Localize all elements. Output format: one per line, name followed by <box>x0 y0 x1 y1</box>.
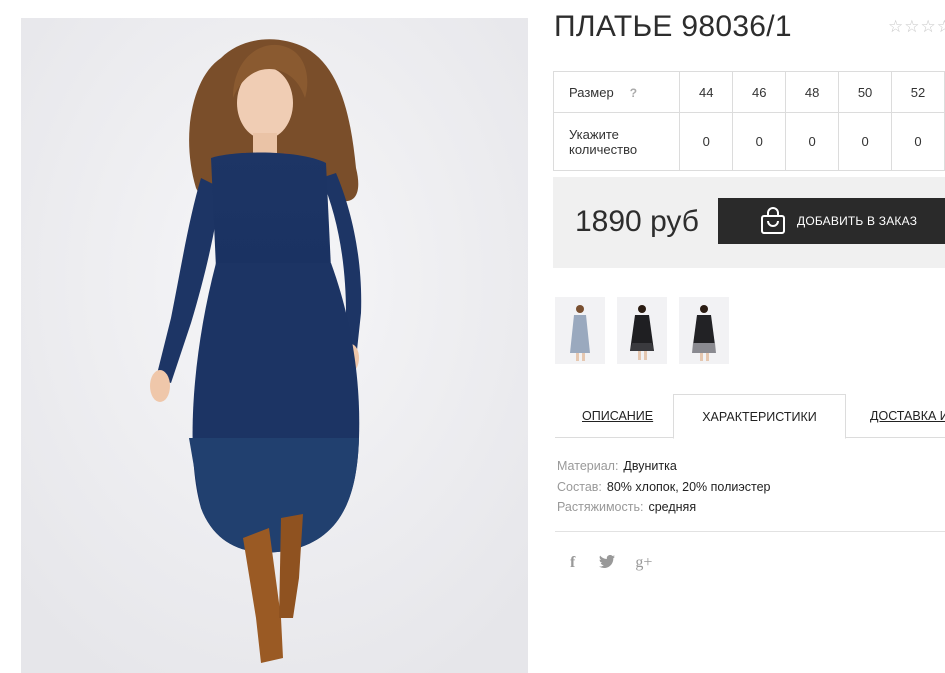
size-quantity-table: Размер? 44 46 48 50 52 Укажите количеств… <box>552 71 945 171</box>
thumbnail-black-dress[interactable] <box>617 297 667 364</box>
price: 1890 руб <box>575 205 699 238</box>
thumbnail-grey-dress[interactable] <box>555 297 605 364</box>
rating-stars[interactable]: ☆☆☆☆ <box>888 17 945 37</box>
spec-key: Материал: <box>557 459 619 473</box>
product-title: ПЛАТЬЕ 98036/1 <box>554 10 792 43</box>
star-icon[interactable]: ☆ <box>904 17 919 36</box>
size-option[interactable]: 46 <box>732 71 787 113</box>
star-icon[interactable]: ☆ <box>888 17 903 36</box>
quantity-label-line1: Укажите <box>569 126 619 142</box>
star-icon[interactable]: ☆ <box>921 17 936 36</box>
tab-characteristics[interactable]: ХАРАКТЕРИСТИКИ <box>673 394 846 439</box>
quantity-input[interactable]: 0 <box>679 112 734 171</box>
quantity-input[interactable]: 0 <box>838 112 893 171</box>
spec-row-stretch: Растяжимость: средняя <box>557 497 770 518</box>
spec-row-composition: Состав: 80% хлопок, 20% полиэстер <box>557 477 770 498</box>
tab-description[interactable]: ОПИСАНИЕ <box>582 394 653 438</box>
tab-delivery[interactable]: ДОСТАВКА И <box>870 394 945 438</box>
main-product-image[interactable] <box>21 18 528 673</box>
product-tabs: ОПИСАНИЕ ХАРАКТЕРИСТИКИ ДОСТАВКА И <box>555 394 945 439</box>
help-icon[interactable]: ? <box>630 86 637 100</box>
spec-key: Растяжимость: <box>557 500 644 514</box>
add-to-order-button[interactable]: ДОБАВИТЬ В ЗАКАЗ <box>718 198 945 244</box>
spec-row-material: Материал: Двунитка <box>557 456 770 477</box>
quantity-input[interactable]: 0 <box>732 112 787 171</box>
size-option[interactable]: 48 <box>785 71 840 113</box>
spec-value: Двунитка <box>623 459 677 473</box>
twitter-icon[interactable] <box>599 554 616 572</box>
google-plus-icon[interactable]: g+ <box>635 554 652 572</box>
price-bar: 1890 руб ДОБАВИТЬ В ЗАКАЗ <box>553 177 945 268</box>
add-to-order-label: ДОБАВИТЬ В ЗАКАЗ <box>797 214 918 228</box>
quantity-input[interactable]: 0 <box>785 112 840 171</box>
thumbnail-black-grey-dress[interactable] <box>679 297 729 364</box>
size-label: Размер <box>569 84 614 100</box>
spec-value: средняя <box>648 500 697 514</box>
size-label-cell: Размер? <box>552 71 681 113</box>
characteristics-list: Материал: Двунитка Состав: 80% хлопок, 20%… <box>557 456 770 518</box>
quantity-label-line2: количество <box>569 141 638 157</box>
quantity-label-cell: Укажите количество <box>552 112 681 171</box>
spec-key: Состав: <box>557 479 602 494</box>
size-option[interactable]: 50 <box>838 71 893 113</box>
size-option[interactable]: 52 <box>891 71 945 113</box>
social-share: f g+ <box>570 554 652 572</box>
spec-value: 80% хлопок, 20% полиэстер <box>606 479 771 494</box>
quantity-input[interactable]: 0 <box>891 112 945 171</box>
facebook-icon[interactable]: f <box>570 554 575 572</box>
divider <box>555 531 945 532</box>
star-icon[interactable]: ☆ <box>937 17 945 36</box>
size-option[interactable]: 44 <box>679 71 734 113</box>
shopping-bag-icon <box>760 207 786 235</box>
